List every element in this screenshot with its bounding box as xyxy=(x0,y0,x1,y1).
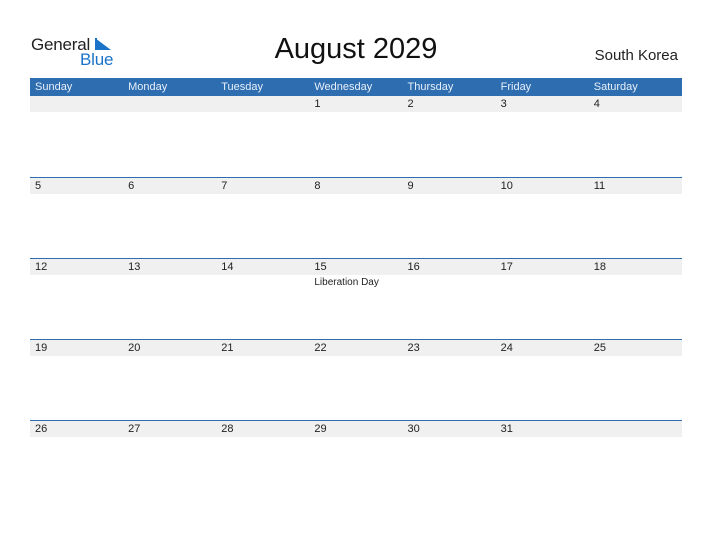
week-row: 12 13 14 15 Liberation Day 16 17 18 xyxy=(30,258,682,340)
day-cell: 6 xyxy=(123,178,216,258)
week-row: 19 20 21 22 23 24 25 xyxy=(30,339,682,421)
day-number: 7 xyxy=(221,180,228,192)
day-cell: 27 xyxy=(123,421,216,501)
day-cell: 19 xyxy=(30,340,123,420)
day-cell xyxy=(216,96,309,176)
week-cells: 12 13 14 15 Liberation Day 16 17 18 xyxy=(30,259,682,339)
week-cells: 19 20 21 22 23 24 25 xyxy=(30,340,682,420)
day-cell: 3 xyxy=(496,96,589,176)
day-number: 10 xyxy=(500,180,513,192)
day-number: 25 xyxy=(593,342,606,354)
day-number: 24 xyxy=(500,342,513,354)
day-number: 17 xyxy=(500,261,513,273)
day-cell: 1 xyxy=(309,96,402,176)
week-cells: 5 6 7 8 9 10 11 xyxy=(30,178,682,258)
day-cell: 26 xyxy=(30,421,123,501)
week-cells: 1 2 3 4 xyxy=(30,96,682,176)
day-cell xyxy=(589,421,682,501)
day-number: 3 xyxy=(500,98,507,110)
day-number: 9 xyxy=(407,180,414,192)
day-cell: 10 xyxy=(496,178,589,258)
day-number: 19 xyxy=(35,342,48,354)
weekday-monday: Monday xyxy=(128,81,168,93)
weekday-header: Sunday Monday Tuesday Wednesday Thursday… xyxy=(30,78,682,96)
day-cell xyxy=(30,96,123,176)
day-number: 31 xyxy=(500,423,513,435)
day-cell: 11 xyxy=(589,178,682,258)
day-number: 11 xyxy=(593,180,606,192)
weekday-thursday: Thursday xyxy=(407,81,454,93)
day-cell: 31 xyxy=(496,421,589,501)
day-number xyxy=(128,96,216,112)
week-row: 26 27 28 29 30 31 xyxy=(30,420,682,502)
day-number: 13 xyxy=(128,261,141,273)
day-cell: 12 xyxy=(30,259,123,339)
day-cell: 17 xyxy=(496,259,589,339)
day-cell: 21 xyxy=(216,340,309,420)
day-number: 30 xyxy=(407,423,420,435)
week-row: 5 6 7 8 9 10 11 xyxy=(30,177,682,259)
day-cell: 2 xyxy=(403,96,496,176)
day-number: 12 xyxy=(35,261,48,273)
weekday-friday: Friday xyxy=(500,81,532,93)
day-number: 8 xyxy=(314,180,321,192)
day-cell: 24 xyxy=(496,340,589,420)
day-cell: 18 xyxy=(589,259,682,339)
day-cell: 23 xyxy=(403,340,496,420)
day-number: 21 xyxy=(221,342,234,354)
day-number: 2 xyxy=(407,98,414,110)
weekday-saturday: Saturday xyxy=(593,81,638,93)
week-cells: 26 27 28 29 30 31 xyxy=(30,421,682,501)
day-number: 16 xyxy=(407,261,420,273)
day-number: 1 xyxy=(314,98,321,110)
holiday-label: Liberation Day xyxy=(314,277,379,288)
day-number xyxy=(221,96,309,112)
day-cell: 20 xyxy=(123,340,216,420)
day-cell: 28 xyxy=(216,421,309,501)
day-number: 4 xyxy=(593,98,600,110)
day-number: 18 xyxy=(593,261,606,273)
day-cell: 25 xyxy=(589,340,682,420)
day-number: 26 xyxy=(35,423,48,435)
day-cell: 14 xyxy=(216,259,309,339)
day-cell: 7 xyxy=(216,178,309,258)
day-cell xyxy=(123,96,216,176)
day-number: 27 xyxy=(128,423,141,435)
week-row: 1 2 3 4 xyxy=(30,96,682,177)
day-cell: 4 xyxy=(589,96,682,176)
weekday-wednesday: Wednesday xyxy=(314,81,373,93)
day-number: 20 xyxy=(128,342,141,354)
day-cell: 8 xyxy=(309,178,402,258)
day-number xyxy=(35,96,123,112)
day-number: 29 xyxy=(314,423,327,435)
weekday-tuesday: Tuesday xyxy=(221,81,264,93)
day-number: 22 xyxy=(314,342,327,354)
weekday-sunday: Sunday xyxy=(35,81,73,93)
day-cell: 13 xyxy=(123,259,216,339)
day-cell: 9 xyxy=(403,178,496,258)
day-cell: 22 xyxy=(309,340,402,420)
day-number: 5 xyxy=(35,180,42,192)
day-cell: 15 Liberation Day xyxy=(309,259,402,339)
day-cell: 16 xyxy=(403,259,496,339)
day-number: 6 xyxy=(128,180,135,192)
day-cell: 5 xyxy=(30,178,123,258)
day-number xyxy=(594,421,682,437)
day-number: 28 xyxy=(221,423,234,435)
day-number: 23 xyxy=(407,342,420,354)
day-number: 14 xyxy=(221,261,234,273)
country-label: South Korea xyxy=(594,47,678,64)
day-number: 15 xyxy=(314,261,327,273)
day-cell: 29 xyxy=(309,421,402,501)
day-cell: 30 xyxy=(403,421,496,501)
